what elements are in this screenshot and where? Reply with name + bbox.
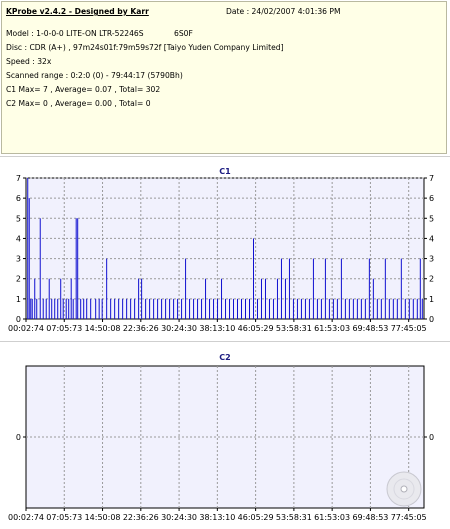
y-tick-label-left: 4 — [16, 234, 21, 243]
y-tick-label-left: 2 — [16, 275, 21, 284]
y-tick-label-right: 0 — [429, 315, 434, 324]
x-tick-label: 77:45:05 — [391, 324, 427, 333]
y-tick-label-right: 0 — [429, 433, 434, 442]
x-tick-label: 69:48:53 — [352, 324, 388, 333]
x-tick-label: 61:53:03 — [314, 324, 350, 333]
y-tick-label-left: 5 — [16, 214, 21, 223]
drive-firmware: 6S0F — [174, 29, 193, 38]
disc-info: Disc : CDR (A+) , 97m24s01f:79m59s72f [T… — [6, 43, 284, 52]
y-tick-label-right: 2 — [429, 275, 434, 284]
y-tick-label-left: 1 — [16, 295, 21, 304]
chart-title: C2 — [219, 353, 230, 362]
x-tick-label: 07:05:73 — [46, 513, 82, 522]
scan-speed: Speed : 32x — [6, 57, 52, 66]
c1-stats: C1 Max= 7 , Average= 0.07 , Total= 302 — [6, 85, 161, 94]
plot-area — [25, 177, 425, 320]
y-tick-label-left: 7 — [16, 174, 21, 183]
y-tick-label-right: 1 — [429, 295, 434, 304]
x-tick-label: 22:36:26 — [123, 513, 159, 522]
y-tick-label-right: 3 — [429, 255, 434, 264]
disc-hole — [400, 485, 408, 493]
x-tick-label: 07:05:73 — [46, 324, 82, 333]
plot-area — [25, 365, 425, 509]
y-tick-label-left: 3 — [16, 255, 21, 264]
y-tick-label-right: 7 — [429, 174, 434, 183]
x-tick-label: 30:24:30 — [161, 513, 197, 522]
y-tick-label-left: 0 — [16, 433, 21, 442]
scanned-range: Scanned range : 0:2:0 (0) - 79:44:17 (57… — [6, 71, 183, 80]
c2-chart-panel: C2 0 0 00:02:74 07:05:73 14:50:08 22:36:26 30:2… — [0, 344, 450, 529]
info-panel: KProbe v2.4.2 - Designed by Karr Date : … — [1, 1, 447, 154]
scan-date: Date : 24/02/2007 4:01:36 PM — [226, 7, 341, 16]
drive-model: Model : 1-0-0-0 LITE-ON LTR-52246S — [6, 29, 144, 38]
divider — [0, 341, 450, 342]
x-tick-label: 53:58:31 — [276, 324, 312, 333]
c2-chart: C2 0 0 00:02:74 07:05:73 14:50:08 22:36:26 30:2… — [8, 353, 434, 522]
c1-chart-panel: C1 0 0 1 1 2 2 3 3 4 4 5 5 6 6 7 7 00:02:74 07:05:73 14:50:… — [0, 159, 450, 339]
x-tick-label: 14:50:08 — [85, 513, 121, 522]
x-tick-label: 61:53:03 — [314, 513, 350, 522]
x-tick-label: 22:36:26 — [123, 324, 159, 333]
y-tick-label-left: 6 — [16, 194, 21, 203]
x-tick-label: 14:50:08 — [85, 324, 121, 333]
x-tick-label: 46:05:29 — [238, 324, 274, 333]
x-tick-label: 00:02:74 — [8, 513, 44, 522]
x-tick-label: 00:02:74 — [8, 324, 44, 333]
disc-icon — [386, 471, 422, 507]
chart-title: C1 — [219, 167, 231, 176]
x-tick-label: 38:13:10 — [199, 324, 235, 333]
x-tick-label: 69:48:53 — [352, 513, 388, 522]
y-tick-label-left: 0 — [16, 315, 21, 324]
app-title: KProbe v2.4.2 - Designed by Karr — [6, 7, 149, 16]
y-tick-label-right: 5 — [429, 214, 434, 223]
c2-stats: C2 Max= 0 , Average= 0.00 , Total= 0 — [6, 99, 151, 108]
x-tick-label: 77:45:05 — [391, 513, 427, 522]
x-tick-label: 46:05:29 — [238, 513, 274, 522]
y-tick-label-right: 6 — [429, 194, 434, 203]
x-tick-label: 53:58:31 — [276, 513, 312, 522]
x-tick-label: 38:13:10 — [199, 513, 235, 522]
c1-chart: C1 0 0 1 1 2 2 3 3 4 4 5 5 6 6 7 7 00:02:74 07:05:73 14:50:… — [8, 167, 434, 333]
x-tick-label: 30:24:30 — [161, 324, 197, 333]
divider — [0, 156, 450, 157]
y-tick-label-right: 4 — [429, 234, 434, 243]
